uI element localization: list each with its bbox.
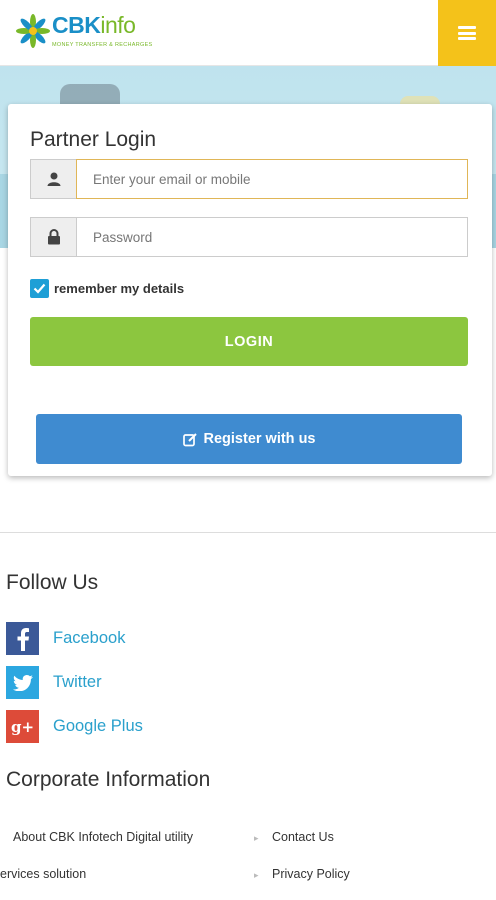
- social-twitter[interactable]: Twitter: [6, 666, 102, 699]
- google-plus-link[interactable]: Google Plus: [53, 717, 143, 736]
- logo-wordmark: CBKinfo: [52, 12, 136, 38]
- hamburger-icon: [458, 26, 476, 40]
- app-header: CBKinfo MONEY TRANSFER & RECHARGES: [0, 0, 496, 66]
- password-input[interactable]: [76, 217, 468, 257]
- email-input[interactable]: [76, 159, 468, 199]
- login-button[interactable]: LOGIN: [30, 317, 468, 366]
- google-plus-icon: g+: [6, 710, 39, 743]
- lock-icon: [30, 217, 76, 257]
- remember-me[interactable]: remember my details: [30, 279, 184, 298]
- privacy-link[interactable]: Privacy Policy: [272, 867, 350, 881]
- cbk-logo[interactable]: CBKinfo MONEY TRANSFER & RECHARGES: [16, 10, 166, 56]
- social-facebook[interactable]: Facebook: [6, 622, 125, 655]
- facebook-link[interactable]: Facebook: [53, 629, 125, 648]
- login-title: Partner Login: [30, 128, 157, 151]
- bullet-icon: ▸: [254, 870, 259, 880]
- register-label: Register with us: [203, 431, 316, 447]
- corporate-info-heading: Corporate Information: [6, 768, 211, 791]
- section-divider: [0, 532, 496, 533]
- password-field-group: [30, 217, 468, 257]
- logo-tagline: MONEY TRANSFER & RECHARGES: [52, 42, 153, 48]
- user-icon: [30, 159, 76, 199]
- edit-icon: [182, 432, 197, 446]
- email-field-group: [30, 159, 468, 199]
- facebook-icon: [6, 622, 39, 655]
- checkmark-icon: [33, 283, 46, 294]
- remember-label: remember my details: [54, 281, 185, 296]
- follow-us-heading: Follow Us: [6, 571, 99, 594]
- menu-button[interactable]: [438, 0, 496, 66]
- social-google-plus[interactable]: g+ Google Plus: [6, 710, 143, 743]
- twitter-link[interactable]: Twitter: [53, 673, 102, 692]
- login-card: Partner Login remember my details LOGIN …: [8, 104, 492, 476]
- twitter-icon: [6, 666, 39, 699]
- bullet-icon: ▸: [254, 833, 259, 843]
- logo-flower-icon: [16, 14, 50, 48]
- remember-checkbox[interactable]: [30, 279, 49, 298]
- register-button[interactable]: Register with us: [36, 414, 462, 464]
- services-link[interactable]: ervices solution: [0, 867, 86, 881]
- about-link[interactable]: About CBK Infotech Digital utility: [13, 830, 193, 844]
- contact-link[interactable]: Contact Us: [272, 830, 334, 844]
